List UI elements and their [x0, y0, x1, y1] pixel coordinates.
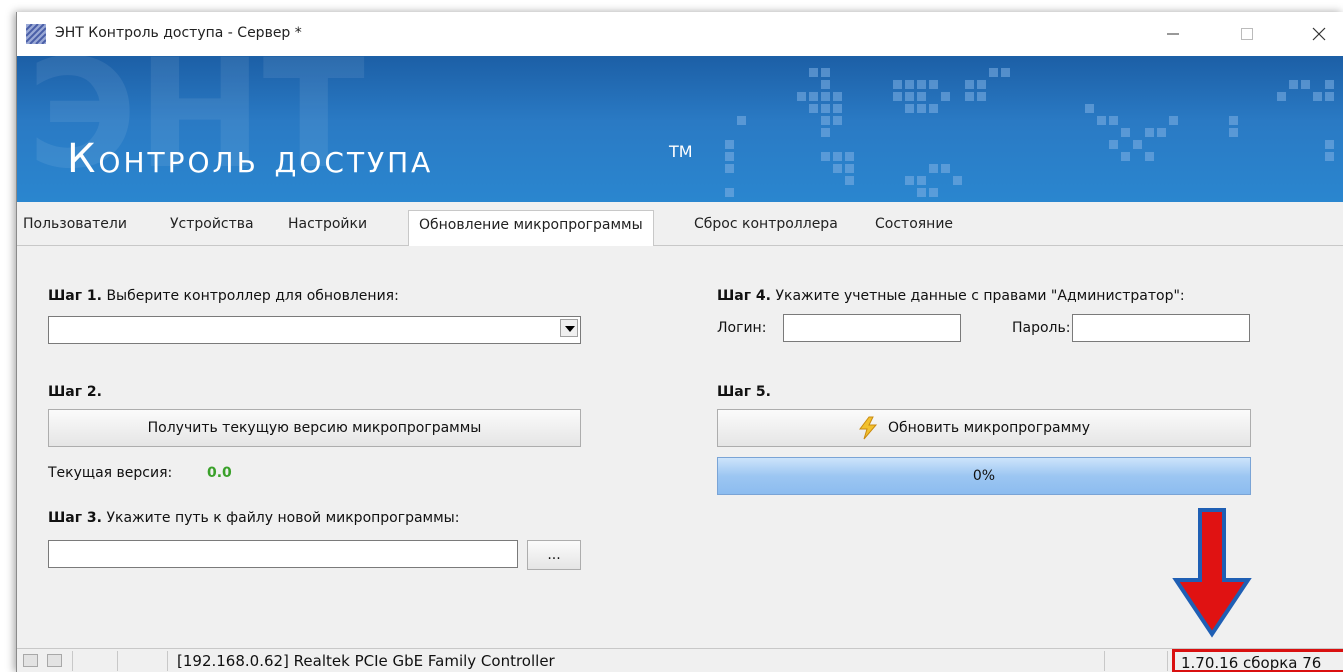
step3-heading: Шаг 3. Укажите путь к файлу новой микроп…: [48, 510, 459, 526]
lightning-icon: [859, 416, 878, 440]
controller-select[interactable]: [48, 316, 581, 344]
password-label: Пароль:: [1012, 320, 1071, 336]
step4-heading: Шаг 4. Укажите учетные данные с правами …: [717, 288, 1185, 304]
tab-bar: Пользователи Устройства Настройки Обновл…: [17, 202, 1343, 247]
step1-heading: Шаг 1. Выберите контроллер для обновлени…: [48, 288, 399, 304]
status-indicator-2: [47, 654, 62, 667]
title-bar[interactable]: ЭНТ Контроль доступа - Сервер *: [17, 12, 1343, 56]
status-divider: [1104, 651, 1105, 671]
status-divider: [167, 651, 168, 671]
update-firmware-button[interactable]: Обновить микропрограмму: [717, 409, 1251, 447]
login-field[interactable]: [783, 314, 961, 342]
step5-heading: Шаг 5.: [717, 384, 771, 400]
update-progress-bar: 0%: [717, 457, 1251, 495]
tab-devices[interactable]: Устройства: [170, 216, 254, 232]
minimize-icon[interactable]: [1150, 18, 1196, 50]
update-firmware-label: Обновить микропрограмму: [888, 420, 1090, 436]
step1-number: Шаг 1.: [48, 288, 102, 304]
app-logo-icon: [26, 24, 46, 44]
browse-button[interactable]: ...: [527, 540, 581, 570]
current-version-label: Текущая версия:: [48, 465, 173, 481]
tab-settings[interactable]: Настройки: [288, 216, 367, 232]
trademark-mark: TM: [669, 142, 693, 161]
password-field[interactable]: [1072, 314, 1250, 342]
step3-number: Шаг 3.: [48, 510, 102, 526]
chevron-down-icon[interactable]: [560, 319, 578, 337]
progress-text: 0%: [972, 468, 996, 484]
close-icon[interactable]: [1296, 18, 1342, 50]
status-divider: [117, 651, 118, 671]
current-version-value: 0.0: [207, 465, 232, 481]
tab-status[interactable]: Состояние: [875, 216, 953, 232]
connection-status: [192.168.0.62] Realtek PCIe GbE Family C…: [177, 652, 555, 670]
step4-number: Шаг 4.: [717, 288, 771, 304]
status-divider: [1167, 651, 1168, 671]
version-info: 1.70.16 сборка 76: [1172, 649, 1343, 672]
login-label: Логин:: [717, 320, 767, 336]
step4-text: Укажите учетные данные с правами "Админи…: [771, 288, 1185, 304]
firmware-path-field[interactable]: [48, 540, 518, 568]
window-title: ЭНТ Контроль доступа - Сервер *: [55, 25, 302, 41]
maximize-icon[interactable]: [1224, 18, 1270, 50]
status-bar: [192.168.0.62] Realtek PCIe GbE Family C…: [17, 648, 1343, 672]
header-banner: ЭНТ Контроль доступа TM: [17, 56, 1343, 202]
step5-number: Шаг 5.: [717, 384, 771, 400]
tab-controller-reset[interactable]: Сброс контроллера: [694, 216, 838, 232]
step2-number: Шаг 2.: [48, 384, 102, 400]
tab-users[interactable]: Пользователи: [23, 216, 127, 232]
step2-heading: Шаг 2.: [48, 384, 102, 400]
status-divider: [72, 651, 73, 671]
red-arrow-annotation: [1172, 508, 1252, 638]
tab-firmware-update[interactable]: Обновление микропрограммы: [408, 210, 654, 247]
banner-title: Контроль доступа: [67, 136, 434, 182]
status-indicator-1: [23, 654, 38, 667]
firmware-update-panel: Шаг 1. Выберите контроллер для обновлени…: [17, 246, 1343, 648]
app-window: ЭНТ Контроль доступа - Сервер * ЭНТ Конт…: [16, 12, 1343, 672]
step1-text: Выберите контроллер для обновления:: [102, 288, 399, 304]
step3-text: Укажите путь к файлу новой микропрограмм…: [102, 510, 460, 526]
get-current-version-button[interactable]: Получить текущую версию микропрограммы: [48, 409, 581, 447]
